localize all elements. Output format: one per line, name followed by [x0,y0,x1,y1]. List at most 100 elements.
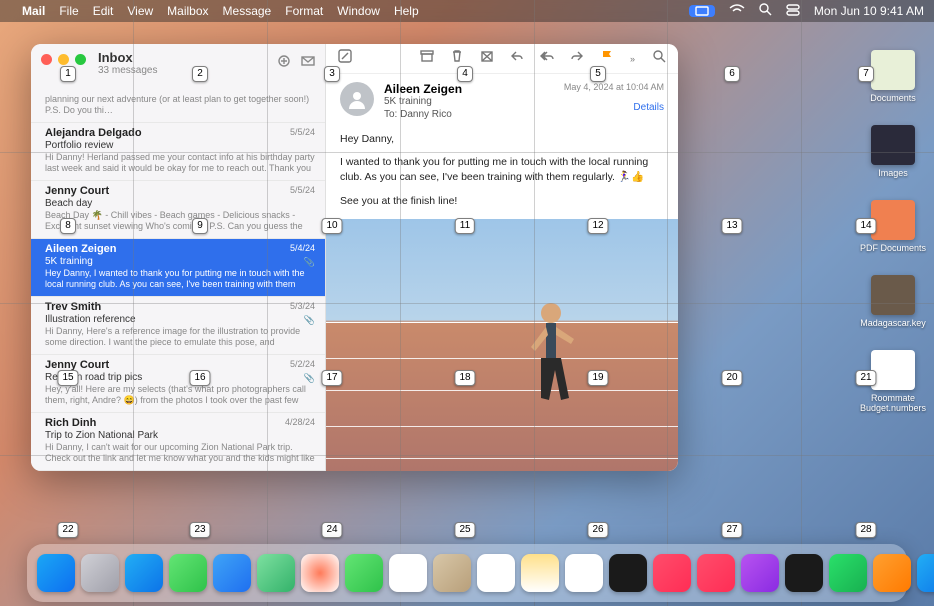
grid-number: 20 [721,370,742,386]
trash-icon[interactable] [450,49,464,68]
desktop-item-label: Images [878,168,908,178]
dock-facetime[interactable] [345,554,383,592]
message-row[interactable]: Rich Dinh4/28/24Trip to Zion National Pa… [31,413,325,471]
details-link[interactable]: Details [564,102,664,113]
folder-icon [871,125,915,165]
screen-mirror-icon[interactable] [689,5,715,17]
message-row[interactable]: Jenny Court5/2/24📎Reunion road trip pics… [31,355,325,413]
message-row[interactable]: Trev Smith5/3/24 📎Illustration referenceH… [31,297,325,355]
dock-calendar[interactable] [389,554,427,592]
compose-icon[interactable] [338,49,352,68]
dock-news[interactable] [697,554,735,592]
dock-podcasts[interactable] [741,554,779,592]
reader-subject: 5K training [384,96,462,107]
reply-icon[interactable] [510,49,524,68]
dock-appstore[interactable] [917,554,934,592]
body-paragraph: I wanted to thank you for putting me in … [340,155,664,185]
dock-reminders[interactable] [477,554,515,592]
dock-tv[interactable] [609,554,647,592]
dock-contacts[interactable] [433,554,471,592]
msg-subject: 5K training [45,256,315,267]
archive-icon[interactable] [420,49,434,68]
mail-window: Inbox 33 messages planning our next adve… [31,44,678,471]
to-name: Danny Rico [400,109,452,120]
desktop-item[interactable]: Images [858,125,928,178]
msg-preview: Beach Day 🌴 - Chill vibes - Beach games … [45,210,315,232]
control-center-icon[interactable] [786,4,800,19]
envelope-icon[interactable] [301,54,315,73]
desktop-item-label: Madagascar.key [860,318,926,328]
dock-notes[interactable] [521,554,559,592]
desktop-item[interactable]: Madagascar.key [858,275,928,328]
from-name: Aileen Zeigen [384,82,462,96]
attachment-image[interactable] [326,219,678,471]
dock-maps[interactable] [257,554,295,592]
attachment-icon: 📎 [304,257,315,268]
filter-icon[interactable] [277,54,291,73]
flag-icon[interactable] [600,49,614,68]
attachment-icon: 📎 [304,373,315,384]
desktop-item[interactable]: Roommate Budget.numbers [858,350,928,413]
msg-date: 4/28/24 [285,417,315,427]
menu-help[interactable]: Help [394,4,419,18]
desktop-item-label: Roommate Budget.numbers [858,393,928,413]
attachment-icon: 📎 [304,315,315,326]
clock[interactable]: Mon Jun 10 9:41 AM [814,4,924,18]
spotlight-icon[interactable] [759,3,772,19]
dock [27,544,907,602]
msg-subject: Beach day [45,198,315,209]
forward-icon[interactable] [570,49,584,68]
dock-messages[interactable] [169,554,207,592]
dock-keynote[interactable] [873,554,911,592]
dock-music[interactable] [653,554,691,592]
desktop-item[interactable]: Documents [858,50,928,103]
body-greeting: Hey Danny, [340,132,664,147]
menu-mailbox[interactable]: Mailbox [167,4,208,18]
menu-file[interactable]: File [59,4,78,18]
zoom-button[interactable] [75,54,86,65]
junk-icon[interactable] [480,49,494,68]
menu-format[interactable]: Format [285,4,323,18]
message-row[interactable]: Aileen Zeigen5/4/24📎5K trainingHey Danny… [31,239,325,297]
grid-number: 26 [587,522,608,538]
message-row[interactable]: planning our next adventure (or at least… [31,89,325,123]
dock-stocks[interactable] [785,554,823,592]
menu-window[interactable]: Window [337,4,380,18]
wifi-icon[interactable] [729,4,745,19]
message-list[interactable]: planning our next adventure (or at least… [31,89,325,471]
msg-date: 5/3/24 [290,301,315,311]
grid-number: 27 [721,522,742,538]
app-menu[interactable]: Mail [22,4,45,18]
msg-subject: Illustration reference [45,314,315,325]
message-row[interactable]: Jenny Court5/5/24Beach dayBeach Day 🌴 - … [31,181,325,239]
msg-subject: Reunion road trip pics [45,372,315,383]
message-row[interactable]: Alejandra Delgado5/5/24Portfolio reviewH… [31,123,325,181]
grid-number: 13 [721,218,742,234]
menu-edit[interactable]: Edit [93,4,114,18]
dock-safari[interactable] [125,554,163,592]
desktop-item-label: PDF Documents [860,243,926,253]
dock-photos[interactable] [301,554,339,592]
menu-view[interactable]: View [127,4,153,18]
dock-finder[interactable] [37,554,75,592]
reply-all-icon[interactable] [540,49,554,68]
message-body: Hey Danny, I wanted to thank you for put… [326,128,678,209]
desktop-item[interactable]: PDF Documents [858,200,928,253]
toolbar: » [326,44,678,74]
more-icon[interactable]: » [630,54,636,64]
dock-numbers[interactable] [829,554,867,592]
dock-freeform[interactable] [565,554,603,592]
mailbox-title: Inbox [98,50,157,65]
reader-pane: » Aileen Zeigen 5K training To: Danny Ri… [326,44,678,471]
msg-from: Trev Smith [45,301,315,313]
dock-launchpad[interactable] [81,554,119,592]
close-button[interactable] [41,54,52,65]
menu-message[interactable]: Message [223,4,272,18]
folder-icon [871,350,915,390]
dock-mail[interactable] [213,554,251,592]
msg-preview: Hi Danny, Here's a reference image for t… [45,326,315,348]
search-icon[interactable] [652,49,666,68]
minimize-button[interactable] [58,54,69,65]
to-label: To: [384,109,397,120]
msg-subject: Portfolio review [45,140,315,151]
